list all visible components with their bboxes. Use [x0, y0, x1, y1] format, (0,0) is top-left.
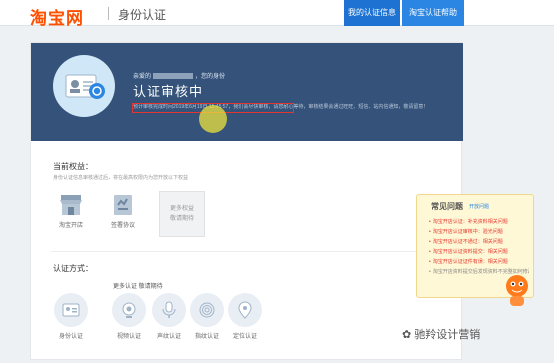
- method-icon-circle: [112, 293, 146, 327]
- method-fingerprint[interactable]: 指纹认证: [187, 293, 227, 340]
- permissions-subtitle: 身份认证信息审核通过后，将在最高权限内为您开放以下权益: [53, 175, 189, 181]
- watermark-text: 驰羚设计营销: [414, 329, 481, 341]
- method-icon-circle: [190, 293, 224, 327]
- method-label: 定位认证: [232, 334, 257, 340]
- masked-username: [153, 73, 194, 80]
- method-label: 视频认证: [116, 334, 141, 340]
- method-icon-circle: [152, 293, 186, 327]
- methods-label: 认证方式：: [53, 264, 93, 273]
- id-card-icon: [62, 303, 80, 317]
- microphone-icon: [162, 301, 176, 318]
- faq-title: 常见问题: [431, 202, 463, 211]
- agreement-icon: [114, 195, 132, 215]
- faq-item[interactable]: 淘宝开店认证证件有误：相关问题: [429, 257, 529, 267]
- main-panel: 亲爱的 ，您的身份 认证审核中 预计审核完成时间2019年6月19日 15:45:…: [30, 42, 463, 360]
- camera-icon: [122, 302, 136, 318]
- faq-subtitle[interactable]: 开放问题: [469, 203, 489, 210]
- permission-open-shop[interactable]: 淘宝开店: [53, 193, 89, 229]
- method-location[interactable]: 定位认证: [225, 293, 265, 340]
- permission-label: 签署协议: [110, 223, 135, 229]
- permissions-label: 当前权益：: [53, 162, 93, 171]
- location-pin-icon: [238, 301, 252, 319]
- mascot-icon[interactable]: [500, 272, 534, 308]
- section-divider: [51, 251, 443, 252]
- method-label: 指纹认证: [194, 334, 219, 340]
- faq-item[interactable]: 淘宝开店认证：补充资料相关问题: [429, 217, 529, 227]
- fingerprint-icon: [199, 302, 215, 318]
- method-label: 身份认证: [58, 334, 83, 340]
- method-id-card[interactable]: 身份认证: [51, 293, 91, 340]
- faq-item[interactable]: 淘宝开店认证审核中：验光问题: [429, 227, 529, 237]
- method-icon-circle: [228, 293, 262, 327]
- greeting-text: 亲爱的 ，您的身份: [133, 71, 225, 80]
- watermark: ✿ 驰羚设计营销: [402, 326, 480, 342]
- nav-my-certification[interactable]: 我的认证信息: [344, 0, 400, 26]
- permission-label: 淘宝开店: [58, 223, 83, 229]
- method-voice[interactable]: 声纹认证: [149, 293, 189, 340]
- cursor-highlight: [199, 105, 227, 133]
- faq-item[interactable]: 淘宝开店认证不通过：相关问题: [429, 237, 529, 247]
- id-card-shield-icon: [65, 74, 105, 99]
- greeting-prefix: 亲爱的: [133, 74, 152, 80]
- more-methods-text: 更多认证 敬请期待: [113, 284, 163, 290]
- id-badge: [53, 55, 115, 117]
- more-permissions-line1: 更多权益: [169, 206, 194, 212]
- method-label: 声纹认证: [156, 334, 181, 340]
- permission-sign-agreement[interactable]: 签署协议: [105, 193, 141, 229]
- greeting-suffix: ，您的身份: [195, 74, 226, 80]
- page-title: 身份认证: [118, 8, 167, 22]
- nav-certification-help[interactable]: 淘宝认证帮助: [402, 0, 464, 26]
- more-permissions-box: 更多权益 敬请期待: [159, 191, 205, 237]
- header-divider: [108, 7, 109, 20]
- wechat-icon: ✿: [402, 329, 415, 341]
- faq-item[interactable]: 淘宝开店认证资料提交：相关问题: [429, 247, 529, 257]
- faq-list: 淘宝开店认证：补充资料相关问题 淘宝开店认证审核中：验光问题 淘宝开店认证不通过…: [429, 217, 529, 277]
- more-permissions-line2: 敬请期待: [169, 216, 194, 222]
- status-title: 认证审核中: [133, 84, 204, 99]
- shop-icon: [60, 195, 82, 215]
- status-banner: 亲爱的 ，您的身份 认证审核中 预计审核完成时间2019年6月19日 15:45:…: [31, 43, 463, 141]
- method-icon-circle: [54, 293, 88, 327]
- top-bar: 淘宝网 身份认证 我的认证信息 淘宝认证帮助: [0, 0, 554, 29]
- taobao-logo[interactable]: 淘宝网: [30, 4, 84, 29]
- method-video[interactable]: 视频认证: [109, 293, 149, 340]
